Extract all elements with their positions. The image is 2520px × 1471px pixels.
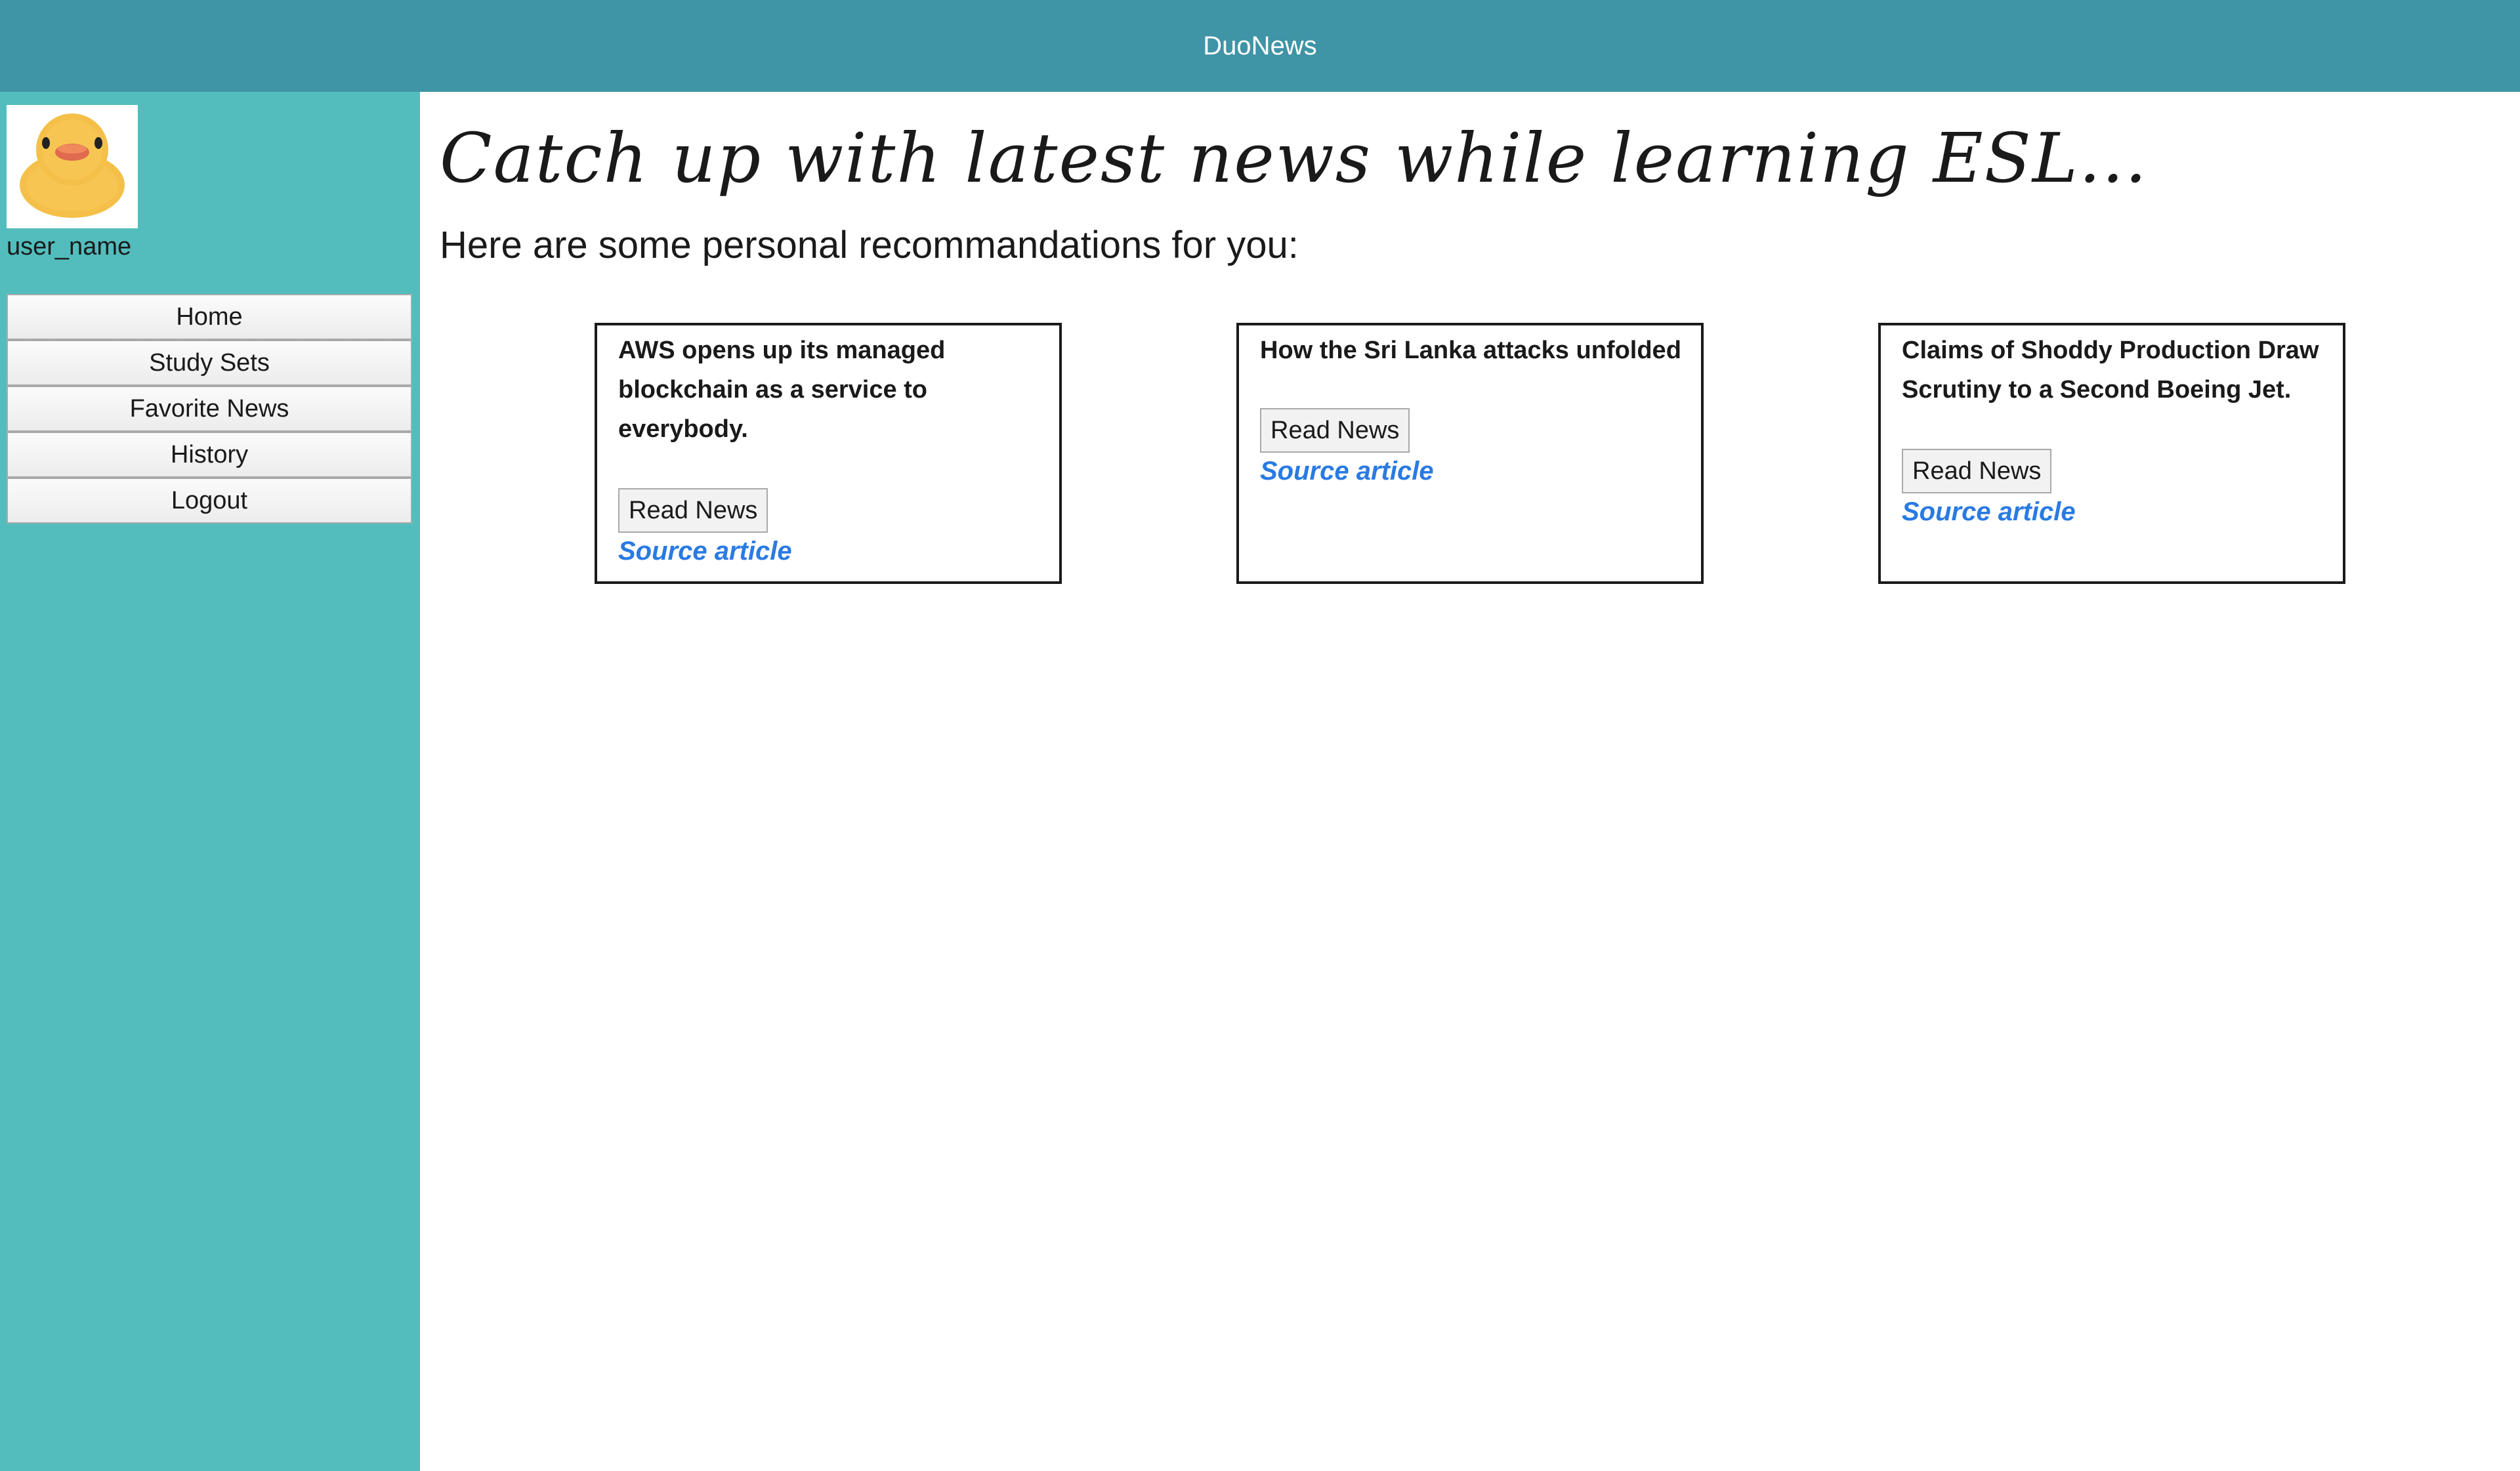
news-card-title: AWS opens up its managed blockchain as a…: [618, 337, 946, 443]
rubber-duck-icon: [20, 114, 125, 218]
source-article-link[interactable]: Source article: [1260, 457, 1681, 486]
news-card-title: Claims of Shoddy Production Draw Scrutin…: [1902, 337, 2319, 404]
sidebar-item-logout[interactable]: Logout: [7, 478, 412, 524]
read-news-button[interactable]: Read News: [1260, 408, 1410, 453]
username: user_name: [7, 233, 132, 260]
sidebar: user_name Home Study Sets Favorite News …: [0, 92, 420, 1471]
sidebar-menu: Home Study Sets Favorite News History Lo…: [7, 294, 412, 524]
news-card: AWS opens up its managed blockchain as a…: [595, 323, 1062, 584]
read-news-button[interactable]: Read News: [1902, 449, 2052, 493]
page-subheading: Here are some personal recommandations f…: [440, 224, 1299, 266]
sidebar-item-history[interactable]: History: [7, 432, 412, 478]
read-news-button[interactable]: Read News: [618, 488, 768, 533]
avatar[interactable]: [7, 105, 138, 228]
sidebar-item-home[interactable]: Home: [7, 294, 412, 340]
news-card-title: How the Sri Lanka attacks unfolded: [1260, 337, 1681, 364]
source-article-link[interactable]: Source article: [618, 537, 1040, 566]
page-headline: Catch up with latest news while learning…: [440, 118, 2149, 198]
app-title: DuoNews: [1203, 31, 1317, 60]
main-content: Catch up with latest news while learning…: [420, 92, 2520, 1471]
source-article-link[interactable]: Source article: [1902, 497, 2323, 527]
sidebar-item-favorite-news[interactable]: Favorite News: [7, 386, 412, 432]
top-bar: DuoNews: [0, 0, 2520, 92]
news-card: How the Sri Lanka attacks unfolded Read …: [1236, 323, 1704, 584]
news-card: Claims of Shoddy Production Draw Scrutin…: [1878, 323, 2345, 584]
sidebar-item-study-sets[interactable]: Study Sets: [7, 340, 412, 386]
